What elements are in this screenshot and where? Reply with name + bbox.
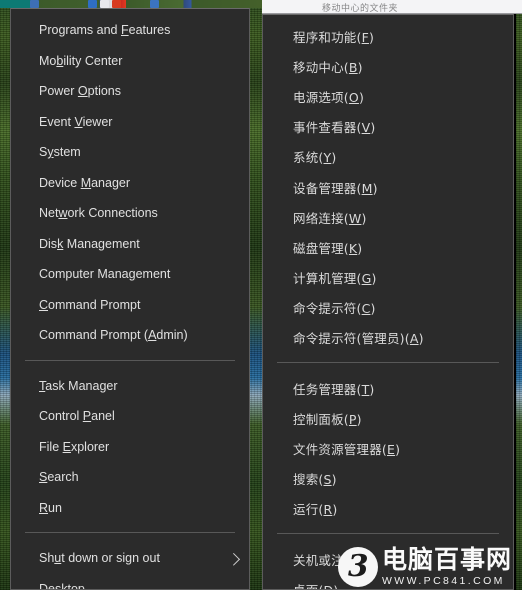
- menu-item-zh-命令提示符管理员a[interactable]: 命令提示符(管理员)(A): [263, 323, 513, 353]
- menu-item-label: 关机或注销(U): [293, 552, 377, 568]
- menu-item-zh-运行r[interactable]: 运行(R): [263, 494, 513, 524]
- power-user-menu-chinese[interactable]: 程序和功能(F) 移动中心(B) 电源选项(O) 事件查看器(V) 系统(Y) 设备管理器…: [262, 14, 514, 590]
- menu-item-label: Shut down or sign out: [39, 551, 160, 566]
- menu-item-label: System: [39, 145, 81, 160]
- menu-item-label: 控制面板(P): [293, 411, 362, 427]
- menu-item-label: Command Prompt (Admin): [39, 328, 188, 343]
- menu-separator: [25, 359, 235, 361]
- app-icon-blue-2[interactable]: [150, 0, 159, 8]
- menu-item-zh-设备管理器m[interactable]: 设备管理器(M): [263, 172, 513, 202]
- menu-item-label: 命令提示符(C): [293, 301, 376, 317]
- menu-item-label: Network Connections: [39, 206, 158, 221]
- menu-item-zh-系统y[interactable]: 系统(Y): [263, 142, 513, 172]
- menu-separator: [277, 533, 499, 534]
- menu-item-zh-文件资源管理器e[interactable]: 文件资源管理器(E): [263, 433, 513, 463]
- menu-item-zh-任务管理器t[interactable]: 任务管理器(T): [263, 373, 513, 403]
- menu-item-label: 文件资源管理器(E): [293, 442, 401, 458]
- desktop-icon-strip: [0, 0, 262, 8]
- menu-item-zh-关机或注销u[interactable]: 关机或注销(U): [263, 544, 513, 574]
- menu-item-label: Disk Management: [39, 236, 140, 251]
- menu-item-en-shut-down-or-sign-out[interactable]: Shut down or sign out: [11, 543, 249, 574]
- menu-item-label: Power Options: [39, 84, 121, 99]
- menu-item-label: 网络连接(W): [293, 210, 367, 226]
- menu-item-label: 任务管理器(T): [293, 381, 375, 397]
- menu-item-en-control-panel[interactable]: Control Panel: [11, 401, 249, 432]
- desktop-wallpaper-middle: [248, 0, 262, 590]
- menu-item-en-power-options[interactable]: Power Options: [11, 76, 249, 107]
- desktop-wallpaper-right: [516, 0, 522, 590]
- menu-item-zh-移动中心b[interactable]: 移动中心(B): [263, 51, 513, 81]
- folder-icon[interactable]: [30, 0, 39, 8]
- menu-item-en-search[interactable]: Search: [11, 462, 249, 493]
- menu-item-label: 搜索(S): [293, 472, 337, 488]
- menu-item-en-programs-and-features[interactable]: Programs and Features: [11, 15, 249, 46]
- menu-item-zh-控制面板p[interactable]: 控制面板(P): [263, 403, 513, 433]
- menu-item-en-computer-management[interactable]: Computer Management: [11, 259, 249, 290]
- menu-list-english: Programs and Features Mobility Center Powe…: [11, 9, 249, 590]
- menu-item-zh-程序和功能f[interactable]: 程序和功能(F): [263, 21, 513, 51]
- menu-item-label: File Explorer: [39, 439, 110, 454]
- menu-item-en-command-prompt[interactable]: Command Prompt: [11, 290, 249, 321]
- menu-item-zh-事件查看器v[interactable]: 事件查看器(V): [263, 112, 513, 142]
- menu-item-label: Search: [39, 470, 79, 485]
- menu-item-en-disk-management[interactable]: Disk Management: [11, 229, 249, 260]
- menu-item-label: 运行(R): [293, 502, 338, 518]
- menu-item-label: 设备管理器(M): [293, 180, 378, 196]
- menu-item-en-device-manager[interactable]: Device Manager: [11, 168, 249, 199]
- menu-item-label: Desktop: [39, 581, 85, 590]
- menu-item-zh-磁盘管理k[interactable]: 磁盘管理(K): [263, 232, 513, 262]
- menu-separator: [277, 362, 499, 364]
- menu-item-en-file-explorer[interactable]: File Explorer: [11, 432, 249, 463]
- menu-item-zh-计算机管理g[interactable]: 计算机管理(G): [263, 263, 513, 293]
- menu-item-en-mobility-center[interactable]: Mobility Center: [11, 46, 249, 77]
- menu-item-zh-搜索s[interactable]: 搜索(S): [263, 464, 513, 494]
- menu-item-label: 磁盘管理(K): [293, 240, 363, 256]
- app-icon-blue[interactable]: [88, 0, 97, 8]
- background-window-titlebar[interactable]: 移动中心的文件夹: [262, 0, 522, 14]
- screenshot-root: 移动中心的文件夹 Programs and Features Mobility C…: [0, 0, 522, 590]
- menu-item-label: 计算机管理(G): [293, 271, 377, 287]
- background-window-title: 移动中心的文件夹: [322, 3, 399, 13]
- menu-item-en-desktop[interactable]: Desktop: [11, 574, 249, 590]
- menu-item-zh-桌面d[interactable]: 桌面(D): [263, 574, 513, 589]
- menu-item-zh-命令提示符c[interactable]: 命令提示符(C): [263, 293, 513, 323]
- menu-item-en-system[interactable]: System: [11, 137, 249, 168]
- menu-item-label: Task Manager: [39, 378, 118, 393]
- menu-item-en-command-prompt-admin[interactable]: Command Prompt (Admin): [11, 320, 249, 351]
- menu-item-label: Device Manager: [39, 175, 131, 190]
- menu-item-label: 系统(Y): [293, 150, 337, 166]
- menu-item-label: Computer Management: [39, 267, 171, 282]
- menu-item-en-event-viewer[interactable]: Event Viewer: [11, 107, 249, 138]
- menu-item-label: Programs and Features: [39, 23, 171, 38]
- menu-item-label: 命令提示符(管理员)(A): [293, 331, 424, 347]
- menu-item-label: Run: [39, 500, 62, 515]
- menu-item-label: 程序和功能(F): [293, 29, 375, 45]
- menu-item-label: Control Panel: [39, 409, 115, 424]
- menu-list-chinese: 程序和功能(F) 移动中心(B) 电源选项(O) 事件查看器(V) 系统(Y) 设备管理器…: [263, 15, 513, 589]
- menu-item-en-task-manager[interactable]: Task Manager: [11, 371, 249, 402]
- menu-item-zh-电源选项o[interactable]: 电源选项(O): [263, 81, 513, 111]
- app-icon-white[interactable]: [100, 0, 109, 8]
- desktop-wallpaper-left: [0, 0, 10, 590]
- menu-item-label: 电源选项(O): [293, 89, 365, 105]
- menu-item-label: 事件查看器(V): [293, 120, 376, 136]
- menu-item-label: 桌面(D): [293, 580, 505, 589]
- power-user-menu-english[interactable]: Programs and Features Mobility Center Powe…: [10, 8, 250, 590]
- menu-item-zh-网络连接w[interactable]: 网络连接(W): [263, 202, 513, 232]
- app-icon-red[interactable]: [112, 0, 121, 8]
- menu-item-label: Mobility Center: [39, 53, 123, 68]
- menu-item-en-run[interactable]: Run: [11, 493, 249, 524]
- menu-separator: [25, 532, 235, 533]
- menu-item-label: Command Prompt: [39, 297, 141, 312]
- menu-item-label: 移动中心(B): [293, 59, 363, 75]
- menu-item-en-network-connections[interactable]: Network Connections: [11, 198, 249, 229]
- menu-item-label: Event Viewer: [39, 114, 113, 129]
